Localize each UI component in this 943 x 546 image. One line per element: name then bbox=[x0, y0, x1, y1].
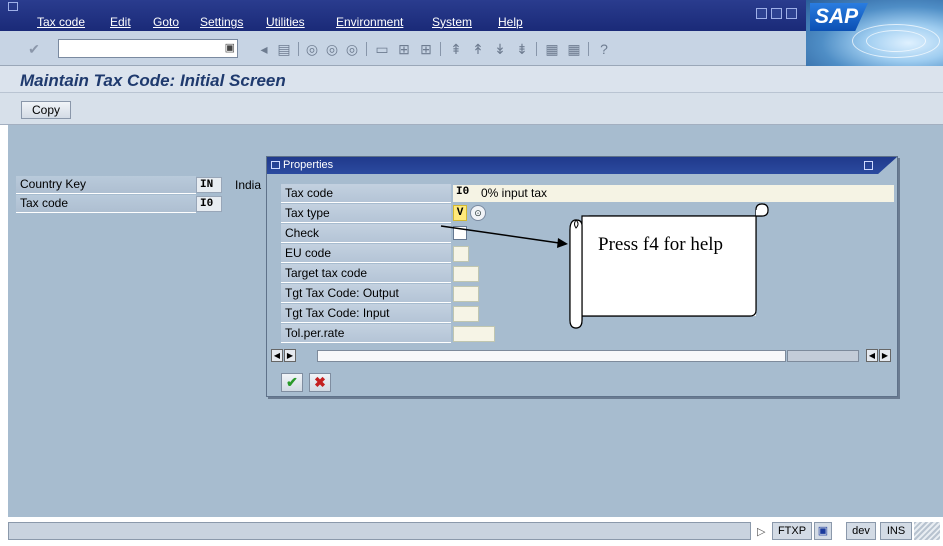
application-toolbar: Copy bbox=[0, 93, 943, 125]
status-toggle-icon[interactable]: ▷ bbox=[757, 525, 765, 538]
prop-label: Target tax code bbox=[281, 264, 451, 283]
back-icon[interactable]: ◂ bbox=[256, 41, 272, 57]
exit-icon[interactable]: ◎ bbox=[324, 41, 340, 57]
back-nav-icon[interactable]: ◎ bbox=[304, 41, 320, 57]
toolbar-separator bbox=[536, 42, 537, 56]
page-title: Maintain Tax Code: Initial Screen bbox=[20, 71, 286, 90]
command-history-icon[interactable]: ▣ bbox=[225, 41, 235, 54]
dialog-title: Properties bbox=[283, 159, 334, 171]
prop-label: Check bbox=[281, 224, 451, 243]
menu-utilities[interactable]: Utilities bbox=[266, 15, 305, 29]
prop-label: Tax code bbox=[281, 184, 451, 203]
status-bar: ▷ FTXP ▣ dev INS bbox=[0, 517, 943, 546]
previous-page-icon[interactable]: ↟ bbox=[470, 41, 486, 57]
toolbar-separator bbox=[298, 42, 299, 56]
save-icon[interactable]: ▤ bbox=[276, 41, 292, 57]
find-icon[interactable]: ⊞ bbox=[396, 41, 412, 57]
tax-type-input[interactable]: V bbox=[453, 205, 467, 221]
menu-bar: Tax code Edit Goto Settings Utilities En… bbox=[0, 0, 943, 31]
menu-environment[interactable]: Environment bbox=[336, 15, 403, 29]
toolbar-separator bbox=[366, 42, 367, 56]
create-session-icon[interactable]: ▦ bbox=[544, 41, 560, 57]
cancel-icon[interactable]: ◎ bbox=[344, 41, 360, 57]
tax-code-label: Tax code bbox=[16, 195, 196, 213]
help-callout: Press f4 for help bbox=[568, 200, 772, 330]
scroll-right-icon[interactable]: ▶ bbox=[284, 349, 296, 362]
menu-edit[interactable]: Edit bbox=[110, 15, 131, 29]
dialog-menu-icon[interactable] bbox=[271, 161, 280, 169]
next-page-icon[interactable]: ↡ bbox=[492, 41, 508, 57]
sap-logo: SAP bbox=[806, 0, 943, 66]
country-key-label: Country Key bbox=[16, 176, 196, 194]
status-message bbox=[8, 522, 751, 540]
continue-button[interactable]: ✔ bbox=[281, 373, 303, 392]
toolbar-separator bbox=[588, 42, 589, 56]
country-description: India bbox=[235, 178, 262, 192]
menu-tax-code[interactable]: Tax code bbox=[37, 15, 85, 29]
scroll-right-icon[interactable]: ▶ bbox=[879, 349, 891, 362]
dialog-title-bar: Properties bbox=[267, 157, 897, 174]
copy-button[interactable]: Copy bbox=[21, 101, 71, 119]
standard-toolbar: ✔ ▣ ◂ ▤ ◎ ◎ ◎ ▭ ⊞ ⊞ ⇞ ↟ ↡ ⇟ ▦ ▦ ? bbox=[0, 31, 806, 66]
tol-per-rate-input[interactable] bbox=[453, 326, 495, 342]
maximize-icon[interactable] bbox=[771, 8, 782, 19]
scroll-left-icon[interactable]: ◀ bbox=[866, 349, 878, 362]
status-transaction: FTXP bbox=[772, 522, 812, 540]
callout-text: Press f4 for help bbox=[598, 234, 724, 255]
menu-goto[interactable]: Goto bbox=[153, 15, 179, 29]
sap-logo-text: SAP bbox=[810, 3, 868, 31]
shortcut-icon[interactable]: ▦ bbox=[566, 41, 582, 57]
help-icon[interactable]: ? bbox=[596, 41, 612, 57]
resize-grip-icon[interactable] bbox=[914, 522, 940, 540]
dialog-close-icon[interactable] bbox=[864, 161, 873, 170]
first-page-icon[interactable]: ⇞ bbox=[448, 41, 464, 57]
horizontal-scrollbar[interactable]: ◀ ▶ ◀ ▶ bbox=[271, 349, 893, 363]
menu-system[interactable]: System bbox=[432, 15, 472, 29]
target-tax-code-input[interactable] bbox=[453, 266, 479, 282]
scroll-track[interactable] bbox=[317, 350, 786, 362]
close-window-icon[interactable] bbox=[786, 8, 797, 19]
prop-label: Tol.per.rate bbox=[281, 324, 451, 343]
enter-icon[interactable]: ✔ bbox=[26, 41, 42, 57]
scroll-thumb[interactable] bbox=[787, 350, 859, 362]
prop-label: Tax type bbox=[281, 204, 451, 223]
command-field[interactable]: ▣ bbox=[58, 39, 238, 58]
tax-code-value: I0 bbox=[456, 186, 470, 198]
toolbar-separator bbox=[440, 42, 441, 56]
tgt-tax-code-input-input[interactable] bbox=[453, 306, 479, 322]
tgt-tax-code-output-input[interactable] bbox=[453, 286, 479, 302]
prop-label: EU code bbox=[281, 244, 451, 263]
check-checkbox[interactable] bbox=[453, 226, 467, 240]
scroll-shape bbox=[569, 203, 769, 329]
menu-settings[interactable]: Settings bbox=[200, 15, 243, 29]
tax-code-description: 0% input tax bbox=[481, 186, 548, 200]
title-bar: Maintain Tax Code: Initial Screen bbox=[0, 66, 943, 93]
country-key-input[interactable]: IN bbox=[196, 177, 222, 193]
status-system: dev bbox=[846, 522, 876, 540]
menu-help[interactable]: Help bbox=[498, 15, 523, 29]
last-page-icon[interactable]: ⇟ bbox=[514, 41, 530, 57]
system-menu-icon[interactable] bbox=[8, 2, 18, 11]
status-session-icon[interactable]: ▣ bbox=[814, 522, 832, 540]
ripple-decoration bbox=[852, 24, 940, 58]
prop-label: Tgt Tax Code: Output bbox=[281, 284, 451, 303]
minimize-icon[interactable] bbox=[756, 8, 767, 19]
cancel-button[interactable]: ✖ bbox=[309, 373, 331, 392]
print-icon[interactable]: ▭ bbox=[374, 41, 390, 57]
tax-code-input[interactable]: I0 bbox=[196, 196, 222, 212]
find-next-icon[interactable]: ⊞ bbox=[418, 41, 434, 57]
status-mode[interactable]: INS bbox=[880, 522, 912, 540]
eu-code-input[interactable] bbox=[453, 246, 469, 262]
scroll-left-icon[interactable]: ◀ bbox=[271, 349, 283, 362]
f4-help-icon[interactable]: ⊙ bbox=[470, 205, 486, 221]
prop-label: Tgt Tax Code: Input bbox=[281, 304, 451, 323]
